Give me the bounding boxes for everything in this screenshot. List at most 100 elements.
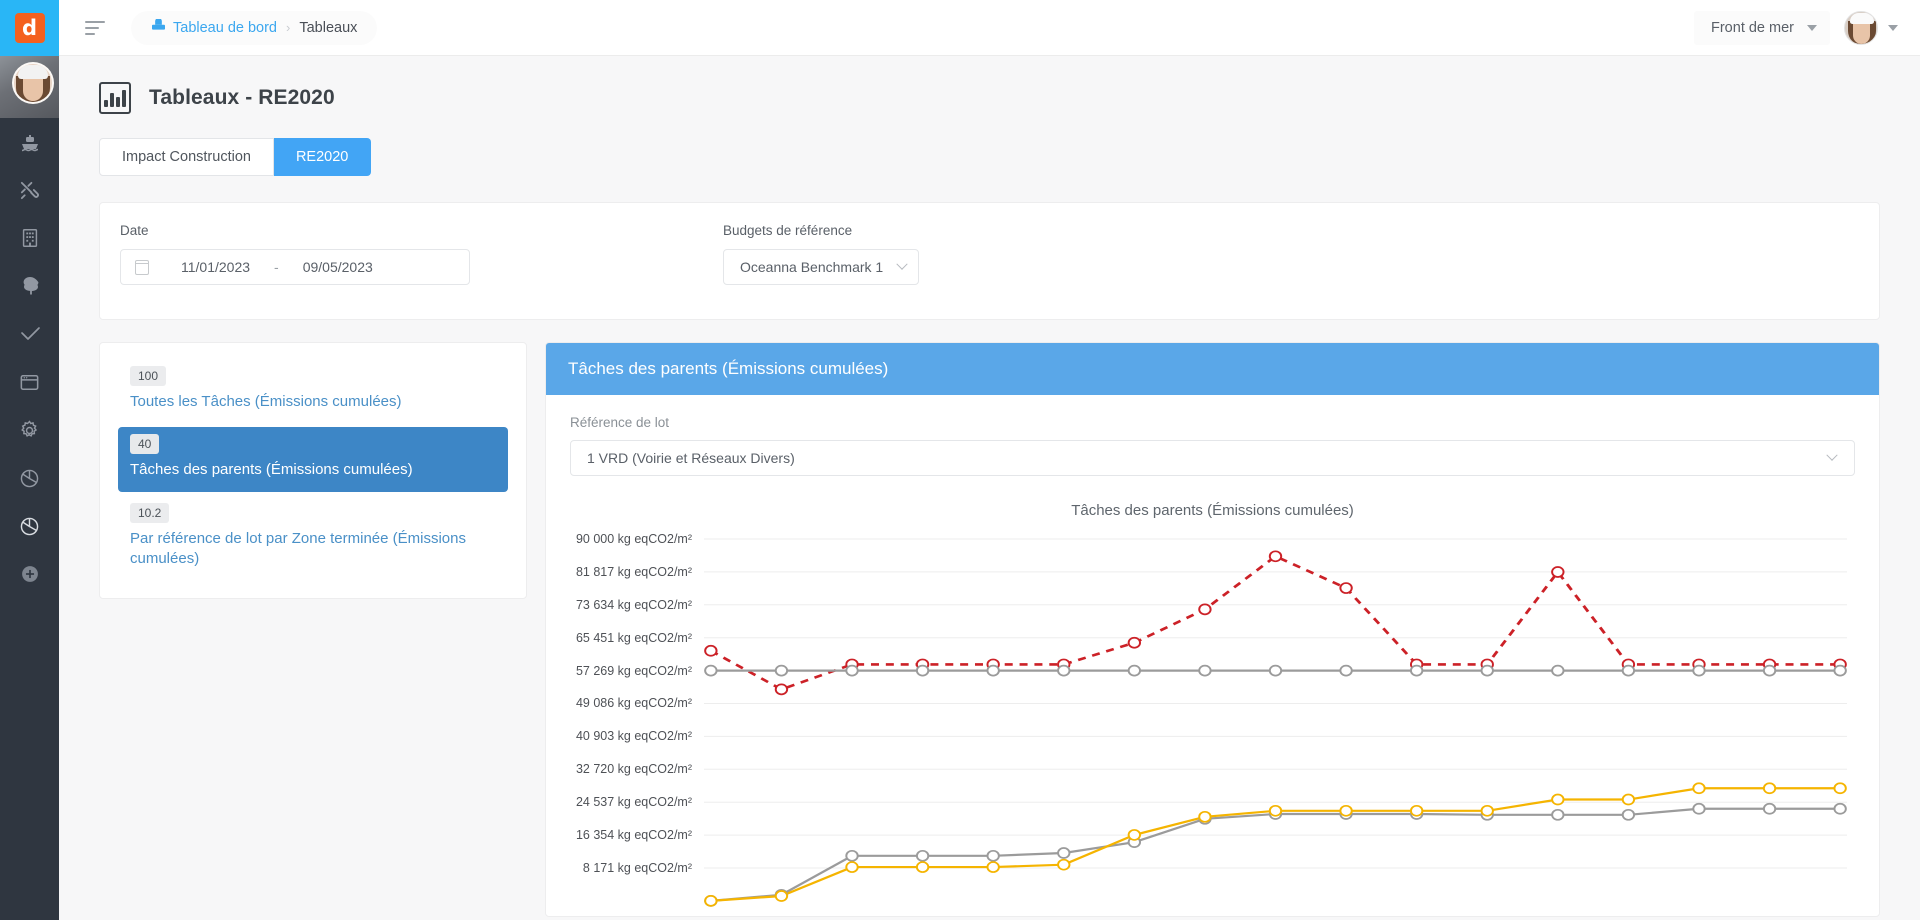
chart-data-point[interactable] [1339, 664, 1353, 677]
bar-chart-icon [99, 82, 131, 114]
chart-data-point[interactable] [915, 861, 930, 873]
chart-data-point[interactable] [1692, 664, 1706, 677]
chart-data-point[interactable] [774, 683, 789, 696]
list-item-badge: 40 [130, 434, 160, 455]
chart-data-point[interactable] [915, 849, 930, 862]
chart-data-point[interactable] [1057, 858, 1071, 871]
tab-impact-construction[interactable]: Impact Construction [99, 138, 274, 176]
chart-data-point[interactable] [1833, 782, 1847, 795]
plot-area[interactable] [704, 529, 1847, 907]
date-range-input[interactable]: 11/01/2023 - 09/05/2023 [120, 249, 470, 285]
chart-data-point[interactable] [1621, 793, 1636, 806]
chart-data-point[interactable] [1692, 782, 1706, 795]
sidebar-item-building[interactable] [0, 214, 59, 262]
chart-data-point[interactable] [986, 664, 1000, 677]
chart-data-point[interactable] [986, 849, 1000, 862]
app-logo[interactable]: d [0, 0, 59, 56]
chart-data-point[interactable] [1762, 802, 1777, 815]
y-axis-tick-label: 49 086 kg eqCO2/m² [575, 696, 692, 711]
y-axis-tick-label: 16 354 kg eqCO2/m² [575, 828, 692, 843]
budget-filter-label: Budgets de référence [723, 223, 853, 238]
chart-data-point[interactable] [1409, 804, 1424, 817]
sidebar-item-global[interactable] [0, 502, 59, 550]
chevron-down-icon [896, 258, 908, 270]
chart-data-point[interactable] [774, 890, 789, 902]
project-selector[interactable]: Front de mer [1694, 10, 1830, 45]
breadcrumb-root-link[interactable]: Tableau de bord [151, 17, 277, 36]
page-content: Tableaux - RE2020 Impact Construction RE… [59, 56, 1920, 920]
chart-data-point[interactable] [845, 664, 859, 677]
chart-data-point[interactable] [986, 861, 1000, 873]
chart-data-point[interactable] [1551, 664, 1565, 677]
chart-data-point[interactable] [1127, 664, 1142, 677]
chevron-down-icon [1826, 449, 1838, 461]
chart-data-point[interactable] [1198, 664, 1212, 677]
globe-pie-icon [18, 515, 41, 538]
breadcrumb-separator: › [286, 20, 291, 35]
chart-data-point[interactable] [774, 664, 789, 677]
y-axis-tick-label: 81 817 kg eqCO2/m² [575, 564, 692, 579]
sidebar-item-ship[interactable] [0, 118, 59, 166]
chart-data-point[interactable] [1268, 550, 1283, 563]
list-item[interactable]: 10.2 Par référence de lot par Zone termi… [118, 496, 508, 581]
sidebar-item-reports[interactable] [0, 454, 59, 502]
budget-select[interactable]: Oceanna Benchmark 1 [723, 249, 919, 285]
chart-data-point[interactable] [1551, 808, 1565, 821]
chart-data-point[interactable] [1268, 804, 1283, 817]
page-header: Tableaux - RE2020 [59, 56, 1920, 114]
chart-data-point[interactable] [1339, 804, 1353, 817]
project-selector-label: Front de mer [1711, 19, 1794, 36]
chart-data-point[interactable] [1057, 664, 1071, 677]
chart-data-point[interactable] [1480, 664, 1494, 677]
chart-data-point[interactable] [1057, 847, 1071, 859]
chart-data-point[interactable] [1409, 664, 1424, 677]
chart-data-point[interactable] [1551, 566, 1565, 578]
chart-data-point[interactable] [1198, 603, 1212, 616]
hamburger-icon[interactable] [85, 17, 107, 39]
chart-data-point[interactable] [1762, 664, 1777, 677]
chart-data-point[interactable] [1198, 810, 1212, 823]
sidebar-item-tools[interactable] [0, 166, 59, 214]
chart-data-point[interactable] [1339, 582, 1353, 594]
sidebar-item-check[interactable] [0, 310, 59, 358]
chart-data-point[interactable] [915, 664, 930, 677]
calendar-icon [134, 259, 149, 275]
y-axis: 90 000 kg eqCO2/m² 81 817 kg eqCO2/m² 73 6… [570, 529, 692, 894]
list-item-badge: 10.2 [130, 502, 170, 523]
user-menu[interactable] [1844, 10, 1898, 45]
breadcrumb-root-label: Tableau de bord [173, 19, 277, 36]
chart-data-point[interactable] [1480, 804, 1494, 817]
chart-data-point[interactable] [845, 849, 859, 862]
list-item[interactable]: 40 Tâches des parents (Émissions cumulée… [118, 427, 508, 492]
tab-re2020[interactable]: RE2020 [273, 138, 372, 176]
chart-data-point[interactable] [1833, 664, 1847, 677]
chart-data-point[interactable] [1127, 636, 1142, 649]
sidebar-item-settings[interactable] [0, 406, 59, 454]
chart-data-point[interactable] [1127, 829, 1142, 841]
chart-data-point[interactable] [1762, 782, 1777, 795]
chart-data-point[interactable] [1833, 802, 1847, 815]
y-axis-tick-label: 90 000 kg eqCO2/m² [575, 532, 692, 546]
chart-panel-title: Tâches des parents (Émissions cumulées) [546, 343, 1879, 395]
chart-data-point[interactable] [704, 895, 718, 907]
lot-select[interactable]: 1 VRD (Voirie et Réseaux Divers) [570, 440, 1855, 476]
chart-data-point[interactable] [1268, 664, 1283, 677]
list-item[interactable]: 100 Toutes les Tâches (Émissions cumulée… [118, 359, 508, 423]
sidebar-item-add[interactable] [0, 550, 59, 598]
breadcrumb-current: Tableaux [299, 19, 358, 36]
left-rail: d [0, 0, 59, 920]
chart-data-point[interactable] [704, 644, 718, 657]
lot-select-label: Référence de lot [570, 415, 670, 430]
chart-data-point[interactable] [845, 861, 859, 873]
chart-title: Tâches des parents (Émissions cumulées) [1071, 502, 1354, 519]
chart-data-point[interactable] [704, 664, 718, 677]
chart-data-point[interactable] [1621, 808, 1636, 821]
sidebar-item-window[interactable] [0, 358, 59, 406]
avatar [1844, 10, 1878, 45]
y-axis-tick-label: 40 903 kg eqCO2/m² [575, 729, 692, 744]
chart-data-point[interactable] [1551, 793, 1565, 806]
chart-data-point[interactable] [1621, 664, 1636, 677]
chart-data-point[interactable] [1692, 802, 1706, 815]
sidebar-item-tree[interactable] [0, 262, 59, 310]
report-list-card: 100 Toutes les Tâches (Émissions cumulée… [99, 342, 527, 599]
